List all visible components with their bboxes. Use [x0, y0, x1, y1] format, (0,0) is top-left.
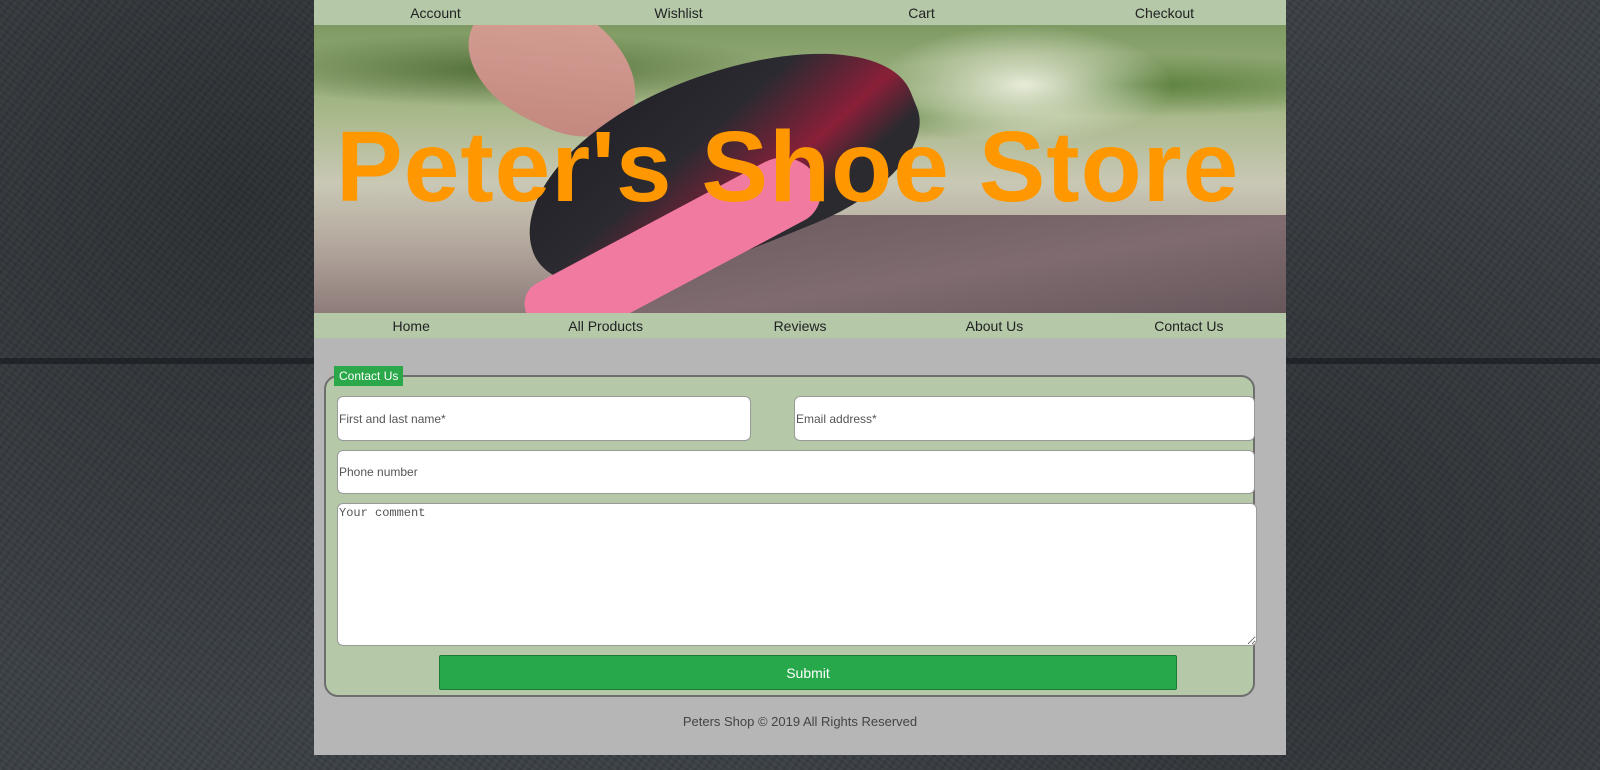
- top-nav-checkout-link[interactable]: Checkout: [1043, 5, 1286, 21]
- page-container: Account Wishlist Cart Checkout Peter's S…: [314, 0, 1286, 755]
- contact-section: Submit Contact Us Peters Shop © 2019 All…: [314, 338, 1286, 755]
- main-nav-contact-us-link[interactable]: Contact Us: [1092, 318, 1286, 334]
- hero-banner: Peter's Shoe Store: [314, 25, 1286, 313]
- contact-form-legend: Contact Us: [334, 366, 404, 386]
- footer-copyright: Peters Shop © 2019 All Rights Reserved: [682, 714, 918, 729]
- main-nav: Home All Products Reviews About Us Conta…: [314, 313, 1286, 338]
- submit-button[interactable]: Submit: [439, 655, 1177, 690]
- top-nav-wishlist-link[interactable]: Wishlist: [557, 5, 800, 21]
- top-nav: Account Wishlist Cart Checkout: [314, 0, 1286, 25]
- top-nav-account-link[interactable]: Account: [314, 5, 557, 21]
- main-nav-all-products-link[interactable]: All Products: [508, 318, 702, 334]
- email-field[interactable]: [794, 396, 1255, 441]
- main-nav-about-us-link[interactable]: About Us: [897, 318, 1091, 334]
- name-field[interactable]: [337, 396, 751, 441]
- contact-form: Submit: [324, 375, 1257, 697]
- store-title: Peter's Shoe Store: [336, 111, 1240, 223]
- top-nav-cart-link[interactable]: Cart: [800, 5, 1043, 21]
- comment-textarea[interactable]: [337, 503, 1257, 646]
- phone-field[interactable]: [337, 450, 1255, 494]
- main-nav-home-link[interactable]: Home: [314, 318, 508, 334]
- main-nav-reviews-link[interactable]: Reviews: [703, 318, 897, 334]
